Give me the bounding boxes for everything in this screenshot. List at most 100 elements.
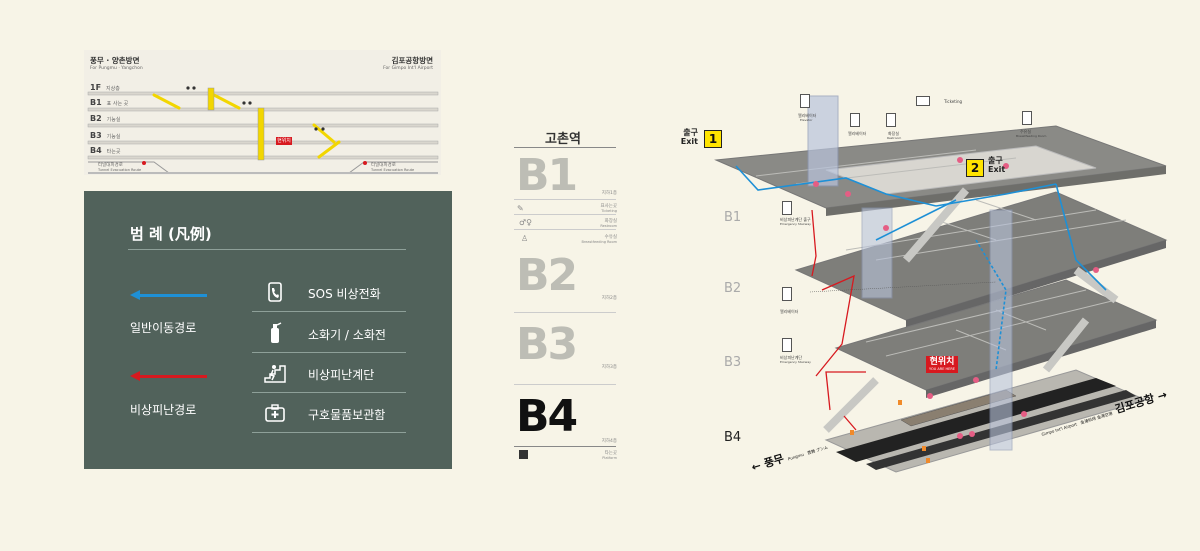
emergency-route-arrow — [130, 371, 207, 381]
isometric-drawing — [714, 95, 1168, 473]
restroom-label-en: Restroom — [887, 136, 902, 140]
normal-route-arrow — [130, 290, 207, 300]
first-aid-box-icon — [264, 402, 286, 424]
station-section-diagram: 풍무 · 양촌방면 For Pungmu · Yangchon 김포공항방면 F… — [84, 50, 441, 175]
legend-item-label: 구호물품보관함 — [308, 408, 386, 422]
emergency-exit-icon — [782, 201, 792, 215]
level-label-b2: B2 — [724, 281, 742, 296]
legend-separator — [252, 432, 406, 433]
floor-index-b3-sub: 지하3층 — [601, 365, 617, 370]
direction-left-en: Pungmu — [787, 451, 805, 462]
floor-divider — [514, 384, 616, 385]
b1-restroom: 화장실 Restroom — [600, 218, 617, 229]
legend-panel: 범 례 (凡例) 일반이동경로 비상피난경로 SOS 비상전화 소화기 / 소화… — [84, 191, 452, 469]
tunnel-route-right-en: Tunnel Evacuation Route — [371, 168, 415, 172]
ticketing-icon: ✎ — [517, 204, 524, 213]
level-label-b4-current: B4 — [724, 430, 742, 445]
floor-desc: 기능실 — [106, 134, 121, 140]
b1-ticketing: 표사는곳 Ticketing — [600, 203, 617, 214]
floor-index-b2: B2 — [516, 250, 578, 301]
exit-2-en: Exit — [988, 165, 1006, 174]
exit-2-label: 출구 Exit — [988, 156, 1005, 174]
exit-2-badge: 2 — [966, 159, 984, 177]
tunnel-route-left: 터널대피경로 Tunnel Evacuation Route — [98, 162, 141, 173]
ticketing-icon — [916, 96, 930, 106]
b1-nursing: 수유실 Breastfeeding Room — [581, 234, 617, 245]
section-floor-1f: 1F 지상층 — [90, 83, 120, 92]
legend-item-firstaid: 구호물품보관함 — [252, 395, 406, 433]
floor-desc: 기능실 — [106, 117, 121, 123]
floor-divider — [514, 214, 616, 215]
elevator-label-en: Elevator — [800, 118, 813, 122]
nursing-room-icon — [1022, 111, 1032, 125]
legend-separator — [252, 311, 406, 312]
floor-divider — [514, 446, 616, 447]
fire-extinguisher-icon — [264, 322, 286, 344]
legend-item-label: 소화기 / 소화전 — [308, 328, 386, 342]
level-label-b1: B1 — [724, 210, 742, 225]
emergency-exit-label-en: Emergency Stairway — [780, 222, 811, 226]
sos-phone-icon — [264, 281, 286, 303]
b4-platform-en: Platform — [602, 456, 617, 460]
floor-index: 고촌역 B1 지하1층 표사는곳 Ticketing ✎ 화장실 Restroom … — [509, 118, 621, 488]
b1-nursing-en: Breastfeeding Room — [581, 240, 617, 244]
floor-code: 1F — [90, 83, 102, 92]
exit-1-ko: 출구 — [683, 128, 698, 137]
legend-item-stairs: 비상피난계단 — [252, 355, 406, 393]
tunnel-route-left-en: Tunnel Evacuation Route — [98, 168, 142, 172]
exit-1-en: Exit — [680, 137, 698, 146]
floor-index-b1: B1 — [516, 150, 578, 201]
floor-index-b3: B3 — [516, 319, 578, 370]
legend-item-extinguisher: 소화기 / 소화전 — [252, 315, 406, 353]
restroom-icon: ♂♀ — [519, 218, 533, 227]
legend-separator — [252, 392, 406, 393]
elevator-icon — [850, 113, 860, 127]
level-label-b3: B3 — [724, 355, 742, 370]
emergency-stairs-icon — [264, 362, 286, 384]
section-drawing — [87, 86, 439, 174]
section-floor-b1: B1 표 사는 곳 — [90, 98, 128, 107]
floor-code: B4 — [90, 146, 102, 155]
section-floor-b4: B4 타는곳 — [90, 146, 120, 155]
station-name: 고촌역 — [545, 132, 581, 147]
ticketing-label: Ticketing — [944, 99, 963, 104]
exit-2-ko: 출구 — [988, 156, 1003, 165]
b1-restroom-en: Restroom — [600, 224, 617, 228]
normal-route-label: 일반이동경로 — [130, 321, 197, 335]
section-floor-b3: B3 기능실 — [90, 131, 120, 140]
tunnel-route-right: 터널대피경로 Tunnel Evacuation Route — [371, 162, 414, 173]
legend-divider — [128, 249, 406, 250]
floor-code: B1 — [90, 98, 102, 107]
you-are-here-en: YOU ARE HERE — [929, 367, 956, 371]
legend-title: 범 례 (凡例) — [130, 225, 212, 243]
section-floor-b2: B2 기능실 — [90, 114, 120, 123]
station-underline — [514, 147, 616, 148]
legend-item-sos: SOS 비상전화 — [252, 274, 406, 312]
floor-divider — [514, 199, 616, 200]
you-are-here-marker: 현위치 YOU ARE HERE — [926, 356, 959, 373]
floor-index-b2-sub: 지하2층 — [601, 296, 617, 301]
b4-platform: 타는곳 Platform — [602, 450, 617, 461]
section-here-marker: 현위치 — [277, 138, 291, 144]
emergency-route-label: 비상피난경로 — [130, 403, 197, 417]
elevator-label: 엘리베이터 — [848, 131, 867, 136]
nursing-icon: ♙ — [521, 234, 529, 243]
legend-item-label: 비상피난계단 — [308, 368, 375, 382]
floor-desc: 표 사는 곳 — [106, 101, 129, 107]
exit-1-badge: 1 — [704, 130, 722, 148]
floor-index-b4-current: B4 — [516, 391, 578, 442]
platform-icon — [519, 450, 528, 459]
elevator-label-b2: 엘리베이터 — [780, 309, 799, 314]
emergency-stairs-icon — [782, 338, 792, 352]
restroom-icon — [886, 113, 896, 127]
floor-desc: 지상층 — [106, 86, 120, 92]
legend-item-label: SOS 비상전화 — [308, 287, 381, 301]
emergency-stairs-label-en: Emergency Stairway — [780, 360, 811, 364]
exit-1-label: 출구 Exit — [676, 128, 698, 146]
legend-separator — [252, 352, 406, 353]
floor-code: B2 — [90, 114, 102, 123]
elevator-icon — [800, 94, 810, 108]
nursing-room-label-en: Breastfeeding Room — [1016, 134, 1047, 138]
you-are-here-ko: 현위치 — [929, 357, 955, 367]
floor-index-b4-sub: 지하4층 — [601, 439, 617, 444]
